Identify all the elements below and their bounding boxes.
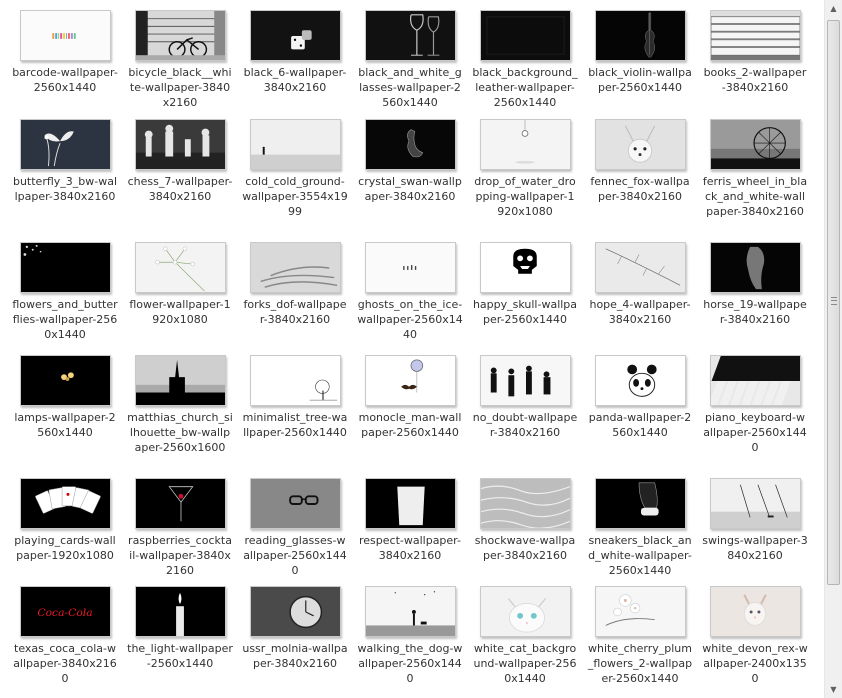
violin-thumbnail[interactable] bbox=[595, 10, 686, 61]
barcode-thumbnail[interactable] bbox=[20, 10, 111, 61]
file-name-label: ghosts_on_the_ice-wallpaper-2560x1440 bbox=[357, 298, 463, 341]
file-name-label: drop_of_water_dropping-wallpaper-1920x10… bbox=[474, 175, 576, 218]
flowers-butterflies-thumbnail[interactable] bbox=[20, 242, 111, 293]
skull-thumbnail[interactable] bbox=[480, 242, 571, 293]
file-name-label: forks_dof-wallpaper-3840x2160 bbox=[243, 298, 347, 326]
candle-thumbnail[interactable] bbox=[135, 586, 226, 637]
shockwave-thumbnail[interactable] bbox=[480, 478, 571, 529]
file-name-label: white_cat_background-wallpaper-2560x1440 bbox=[473, 642, 577, 685]
file-name-label: reading_glasses-wallpaper-2560x1440 bbox=[243, 534, 347, 577]
svg-text:Coca-Cola: Coca-Cola bbox=[37, 606, 92, 619]
file-name-label: the_light-wallpaper-2560x1440 bbox=[127, 642, 233, 670]
file-name-label: sneakers_black_and_white-wallpaper-2560x… bbox=[588, 534, 692, 577]
chess-thumbnail[interactable] bbox=[135, 119, 226, 170]
band-thumbnail[interactable] bbox=[480, 355, 571, 406]
grip-icon bbox=[831, 297, 837, 305]
fennec-fox-thumbnail[interactable] bbox=[595, 119, 686, 170]
file-name-label: minimalist_tree-wallpaper-2560x1440 bbox=[242, 411, 348, 439]
file-name-label: respect-wallpaper-3840x2160 bbox=[359, 534, 461, 562]
file-name-label: black_background_leather-wallpaper-2560x… bbox=[472, 66, 578, 109]
lamps-thumbnail[interactable] bbox=[20, 355, 111, 406]
coca-cola-thumbnail[interactable]: Coca-Cola bbox=[20, 586, 111, 637]
file-name-label: monocle_man-wallpaper-2560x1440 bbox=[358, 411, 462, 439]
piano-thumbnail[interactable] bbox=[710, 355, 801, 406]
file-name-label: crystal_swan-wallpaper-3840x2160 bbox=[358, 175, 462, 203]
cards-thumbnail[interactable] bbox=[20, 478, 111, 529]
white-cat-thumbnail[interactable] bbox=[480, 586, 571, 637]
file-name-label: books_2-wallpaper-3840x2160 bbox=[703, 66, 807, 94]
file-name-label: flowers_and_butterflies-wallpaper-2560x1… bbox=[12, 298, 118, 341]
file-name-label: matthias_church_silhouette_bw-wallpaper-… bbox=[127, 411, 233, 454]
respect-thumbnail[interactable] bbox=[365, 478, 456, 529]
devon-rex-thumbnail[interactable] bbox=[710, 586, 801, 637]
horse-thumbnail[interactable] bbox=[710, 242, 801, 293]
cherry-plum-thumbnail[interactable] bbox=[595, 586, 686, 637]
reading-glasses-thumbnail[interactable] bbox=[250, 478, 341, 529]
church-thumbnail[interactable] bbox=[135, 355, 226, 406]
file-name-label: horse_19-wallpaper-3840x2160 bbox=[703, 298, 807, 326]
scrollbar-thumb[interactable] bbox=[827, 20, 840, 585]
file-name-label: playing_cards-wallpaper-1920x1080 bbox=[14, 534, 116, 562]
file-name-label: raspberries_cocktail-wallpaper-3840x2160 bbox=[128, 534, 232, 577]
wine-glasses-thumbnail[interactable] bbox=[365, 10, 456, 61]
dice-thumbnail[interactable] bbox=[250, 10, 341, 61]
file-name-label: ferris_wheel_in_black_and_white-wallpape… bbox=[702, 175, 808, 218]
crystal-swan-thumbnail[interactable] bbox=[365, 119, 456, 170]
file-name-label: butterfly_3_bw-wallpaper-3840x2160 bbox=[12, 175, 118, 203]
swings-thumbnail[interactable] bbox=[710, 478, 801, 529]
file-name-label: ussr_molnia-wallpaper-3840x2160 bbox=[242, 642, 348, 670]
books-thumbnail[interactable] bbox=[710, 10, 801, 61]
sneakers-thumbnail[interactable] bbox=[595, 478, 686, 529]
leather-thumbnail[interactable] bbox=[480, 10, 571, 61]
clock-thumbnail[interactable] bbox=[250, 586, 341, 637]
file-name-label: swings-wallpaper-3840x2160 bbox=[702, 534, 808, 562]
walking-dog-thumbnail[interactable] bbox=[365, 586, 456, 637]
water-drop-thumbnail[interactable] bbox=[480, 119, 571, 170]
file-name-label: flower-wallpaper-1920x1080 bbox=[129, 298, 231, 326]
file-name-label: barcode-wallpaper-2560x1440 bbox=[12, 66, 118, 94]
file-name-label: shockwave-wallpaper-3840x2160 bbox=[474, 534, 576, 562]
file-name-label: piano_keyboard-wallpaper-2560x1440 bbox=[703, 411, 807, 454]
file-name-label: no_doubt-wallpaper-3840x2160 bbox=[472, 411, 578, 439]
file-name-label: black_6-wallpaper-3840x2160 bbox=[243, 66, 347, 94]
ferris-wheel-thumbnail[interactable] bbox=[710, 119, 801, 170]
file-name-label: lamps-wallpaper-2560x1440 bbox=[14, 411, 116, 439]
cold-ground-thumbnail[interactable] bbox=[250, 119, 341, 170]
scroll-down-arrow-icon[interactable]: ▼ bbox=[825, 681, 842, 698]
file-name-label: fennec_fox-wallpaper-3840x2160 bbox=[590, 175, 690, 203]
file-name-label: panda-wallpaper-2560x1440 bbox=[588, 411, 692, 439]
hope-thumbnail[interactable] bbox=[595, 242, 686, 293]
monocle-man-thumbnail[interactable] bbox=[365, 355, 456, 406]
panda-thumbnail[interactable] bbox=[595, 355, 686, 406]
scroll-up-arrow-icon[interactable]: ▲ bbox=[825, 0, 842, 17]
forks-thumbnail[interactable] bbox=[250, 242, 341, 293]
file-name-label: black_and_white_glasses-wallpaper-2560x1… bbox=[358, 66, 462, 109]
file-name-label: bicycle_black__white-wallpaper-3840x2160 bbox=[128, 66, 232, 109]
file-name-label: texas_coca_cola-wallpaper-3840x2160 bbox=[13, 642, 117, 685]
file-name-label: white_devon_rex-wallpaper-2400x1350 bbox=[702, 642, 808, 685]
file-name-label: hope_4-wallpaper-3840x2160 bbox=[589, 298, 691, 326]
file-name-label: black_violin-wallpaper-2560x1440 bbox=[588, 66, 692, 94]
file-name-label: chess_7-wallpaper-3840x2160 bbox=[127, 175, 233, 203]
file-name-label: cold_cold_ground-wallpaper-3554x1999 bbox=[242, 175, 348, 218]
tree-thumbnail[interactable] bbox=[250, 355, 341, 406]
ghosts-ice-thumbnail[interactable] bbox=[365, 242, 456, 293]
file-name-label: happy_skull-wallpaper-2560x1440 bbox=[472, 298, 578, 326]
file-name-label: white_cherry_plum_flowers_2-wallpaper-25… bbox=[587, 642, 693, 685]
file-name-label: walking_the_dog-wallpaper-2560x1440 bbox=[357, 642, 463, 685]
vertical-scrollbar[interactable]: ▲ ▼ bbox=[824, 0, 842, 698]
file-thumbnail-grid: barcode-wallpaper-2560x1440 bicycle_black… bbox=[0, 0, 824, 698]
flower-thumbnail[interactable] bbox=[135, 242, 226, 293]
butterfly-thumbnail[interactable] bbox=[20, 119, 111, 170]
cocktail-thumbnail[interactable] bbox=[135, 478, 226, 529]
bicycle-thumbnail[interactable] bbox=[135, 10, 226, 61]
